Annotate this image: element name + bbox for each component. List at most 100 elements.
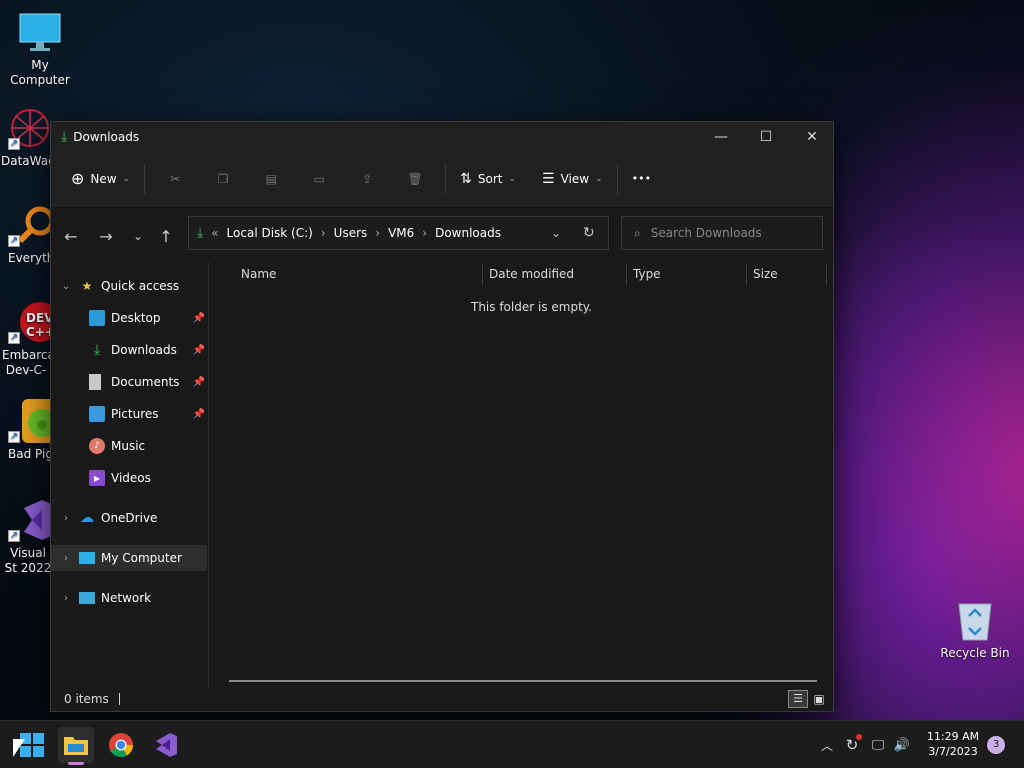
close-button[interactable]: ✕ bbox=[789, 122, 835, 152]
taskbar-chrome[interactable] bbox=[103, 727, 139, 763]
svg-text:DEV: DEV bbox=[26, 311, 50, 325]
desktop-icon-my-computer[interactable]: My Computer bbox=[0, 10, 80, 88]
taskbar: ︿ ↻ 🖵 🔊 11:29 AM 3/7/2023 3 bbox=[0, 720, 1024, 768]
toolbar-separator bbox=[144, 163, 146, 194]
pin-icon: 📌 bbox=[192, 344, 205, 356]
sidebar-item-onedrive[interactable]: › ☁ OneDrive bbox=[51, 505, 207, 531]
address-bar[interactable]: ⤓ « Local Disk (C:) › Users › VM6 › Down… bbox=[188, 216, 609, 250]
horizontal-scrollbar[interactable] bbox=[229, 680, 817, 682]
up-button[interactable]: ↑ bbox=[149, 227, 183, 246]
more-options-button[interactable]: ••• bbox=[624, 163, 659, 195]
rename-button[interactable]: ▭ bbox=[295, 163, 343, 195]
sidebar-item-videos[interactable]: ▶ Videos bbox=[51, 465, 207, 491]
toolbar-separator bbox=[445, 163, 447, 194]
details-view-button[interactable]: ☰ bbox=[788, 690, 808, 708]
network-icon bbox=[79, 592, 95, 604]
breadcrumb-downloads[interactable]: Downloads bbox=[435, 226, 501, 240]
chevron-right-icon[interactable]: › bbox=[59, 513, 73, 524]
volume-icon[interactable]: 🔊 bbox=[890, 738, 914, 753]
picture-icon bbox=[89, 406, 105, 422]
sidebar-item-my-computer[interactable]: › My Computer bbox=[51, 545, 207, 571]
sort-label: Sort bbox=[477, 171, 503, 186]
column-header-type[interactable]: Type bbox=[625, 262, 661, 286]
title-bar[interactable]: ⤓ Downloads — ☐ ✕ bbox=[51, 122, 833, 152]
sidebar-item-music[interactable]: ♪ Music bbox=[51, 433, 207, 459]
sidebar-item-pictures[interactable]: Pictures 📌 bbox=[51, 401, 207, 427]
sidebar-item-label: Desktop bbox=[111, 311, 161, 325]
plus-circle-icon: ⊕ bbox=[71, 169, 85, 188]
copy-button[interactable]: ❐ bbox=[199, 163, 247, 195]
column-header-name[interactable]: Name bbox=[233, 262, 276, 286]
desktop-icon-label: Recycle Bin bbox=[940, 646, 1010, 660]
address-dropdown-icon[interactable]: ⌄ bbox=[551, 226, 561, 240]
devcpp-icon: DEV C++ ↗ bbox=[6, 300, 60, 344]
chevron-right-icon[interactable]: › bbox=[59, 553, 73, 564]
copy-icon: ❐ bbox=[217, 171, 229, 186]
notification-count: 3 bbox=[992, 739, 1000, 750]
sidebar-item-label: Downloads bbox=[111, 343, 177, 357]
view-label: View bbox=[560, 171, 590, 186]
taskbar-visual-studio[interactable] bbox=[147, 727, 183, 763]
refresh-button[interactable]: ↻ bbox=[583, 225, 595, 241]
sidebar-item-quick-access[interactable]: ⌄ ★ Quick access bbox=[51, 273, 207, 299]
sidebar-item-label: Network bbox=[101, 591, 152, 605]
breadcrumb-vm6[interactable]: VM6 bbox=[388, 226, 414, 240]
desktop-icon-label: Visual St 2022 bbox=[4, 546, 52, 575]
chevron-right-icon[interactable]: › bbox=[59, 593, 73, 604]
maximize-button[interactable]: ☐ bbox=[743, 122, 789, 152]
shortcut-arrow-icon: ↗ bbox=[8, 431, 20, 443]
column-header-date-modified[interactable]: Date modified bbox=[481, 262, 574, 286]
clock-time: 11:29 AM bbox=[926, 730, 980, 743]
pin-icon: 📌 bbox=[192, 408, 205, 420]
sidebar-item-label: OneDrive bbox=[101, 511, 158, 525]
sidebar-item-label: Videos bbox=[111, 471, 151, 485]
search-icon: ⌕ bbox=[634, 225, 641, 240]
clipboard-icon: ▤ bbox=[265, 171, 277, 186]
view-button[interactable]: ☰ View ⌄ bbox=[534, 163, 611, 195]
taskbar-file-explorer[interactable] bbox=[58, 727, 94, 765]
large-icons-view-button[interactable]: ▣ bbox=[810, 690, 828, 708]
minimize-button[interactable]: — bbox=[698, 122, 744, 152]
network-status-icon[interactable]: 🖵 bbox=[866, 738, 890, 753]
sync-icon[interactable]: ↻ bbox=[838, 734, 866, 754]
breadcrumb-local-disk[interactable]: Local Disk (C:) bbox=[227, 226, 313, 240]
show-hidden-icons-button[interactable]: ︿ bbox=[816, 737, 838, 754]
breadcrumb-overflow[interactable]: « bbox=[211, 226, 218, 240]
status-bar: 0 items ☰ ▣ bbox=[51, 687, 833, 711]
recycle-bin-icon bbox=[953, 598, 997, 642]
cut-button[interactable]: ✂ bbox=[151, 163, 199, 195]
forward-button[interactable]: → bbox=[89, 227, 123, 246]
sidebar-item-network[interactable]: › Network bbox=[51, 585, 207, 611]
folder-icon bbox=[64, 737, 88, 755]
rename-icon: ▭ bbox=[313, 171, 325, 186]
system-tray: ︿ ↻ 🖵 🔊 bbox=[816, 721, 914, 768]
clock-date: 3/7/2023 bbox=[928, 745, 978, 758]
active-indicator bbox=[68, 762, 84, 765]
mouse-cursor-icon bbox=[13, 739, 25, 757]
empty-folder-message: This folder is empty. bbox=[471, 300, 592, 314]
breadcrumb-separator-icon: › bbox=[422, 226, 428, 240]
green-pig-icon: ↗ bbox=[6, 399, 58, 443]
column-divider[interactable] bbox=[826, 264, 827, 286]
column-header-size[interactable]: Size bbox=[745, 262, 778, 286]
search-placeholder: Search Downloads bbox=[650, 226, 762, 240]
notification-badge[interactable]: 3 bbox=[987, 736, 1005, 754]
search-box[interactable]: ⌕ Search Downloads bbox=[621, 216, 823, 250]
chevron-down-icon[interactable]: ⌄ bbox=[59, 281, 73, 292]
sidebar-item-desktop[interactable]: Desktop 📌 bbox=[51, 305, 207, 331]
item-count: 0 items bbox=[64, 692, 109, 706]
sort-button[interactable]: ⇅ Sort ⌄ bbox=[452, 163, 524, 195]
clock[interactable]: 11:29 AM 3/7/2023 bbox=[918, 729, 988, 759]
paste-button[interactable]: ▤ bbox=[247, 163, 295, 195]
sidebar-item-documents[interactable]: Documents 📌 bbox=[51, 369, 207, 395]
sort-arrows-icon: ⇅ bbox=[460, 170, 472, 187]
sidebar-item-downloads[interactable]: ⤓ Downloads 📌 bbox=[51, 337, 207, 363]
new-button[interactable]: ⊕ New ⌄ bbox=[63, 163, 138, 195]
download-arrow-icon: ⤓ bbox=[61, 129, 68, 145]
delete-button[interactable]: 🗑 bbox=[391, 163, 439, 195]
breadcrumb-users[interactable]: Users bbox=[334, 226, 368, 240]
share-button[interactable]: ⇪ bbox=[343, 163, 391, 195]
video-icon: ▶ bbox=[89, 470, 105, 486]
back-button[interactable]: ← bbox=[54, 227, 88, 246]
desktop-icon-recycle-bin[interactable]: Recycle Bin bbox=[935, 598, 1015, 661]
